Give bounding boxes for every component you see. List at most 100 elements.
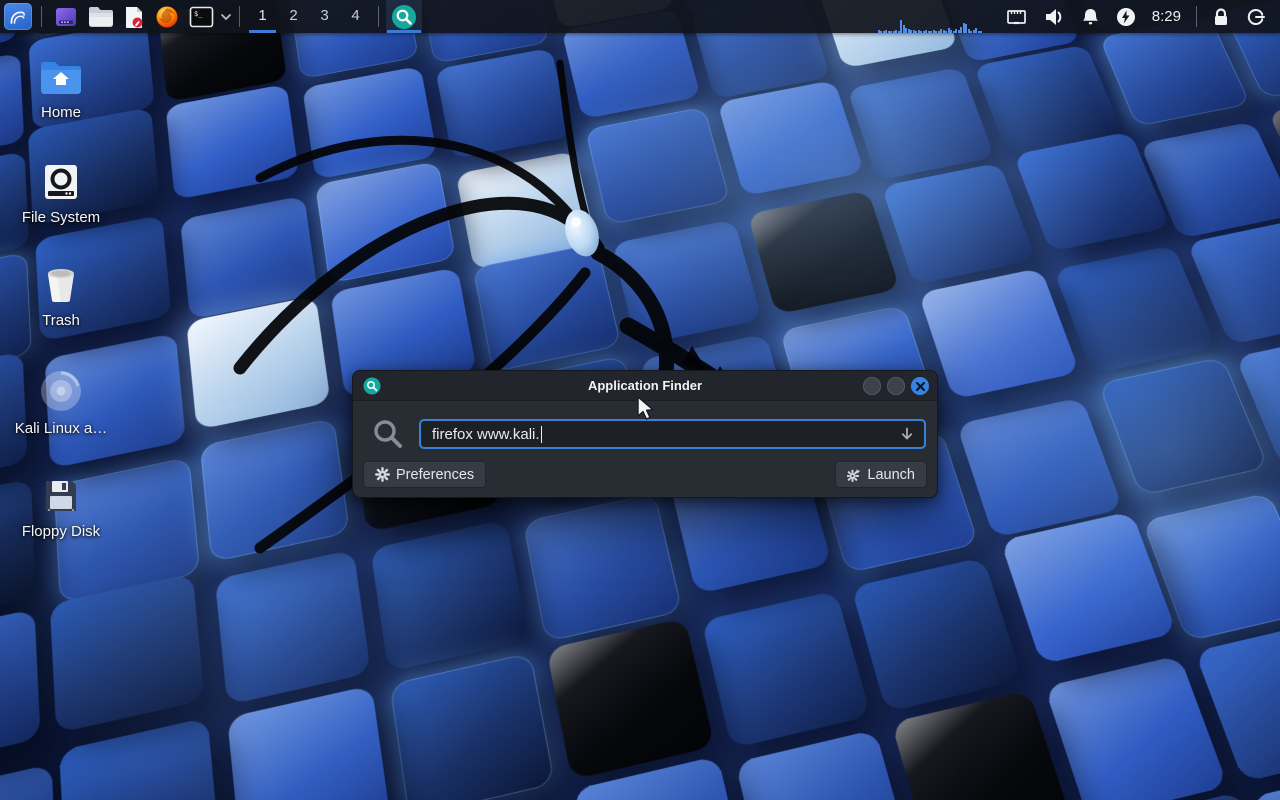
desktop-item-file-system[interactable]: File System bbox=[5, 163, 117, 227]
wallpaper-cube bbox=[523, 493, 683, 642]
wallpaper-cube bbox=[370, 519, 528, 671]
desktop-item-label: Floppy Disk bbox=[22, 523, 100, 540]
terminal-dropdown-button[interactable] bbox=[220, 13, 232, 21]
panel-separator bbox=[239, 6, 240, 27]
wallpaper-cube bbox=[612, 219, 762, 346]
wallpaper-cube bbox=[956, 397, 1123, 538]
network-tray-button[interactable] bbox=[998, 0, 1035, 33]
panel-separator bbox=[41, 6, 42, 27]
wallpaper-cube bbox=[302, 66, 437, 180]
chevron-down-icon bbox=[220, 13, 232, 21]
workspace-2[interactable]: 2 bbox=[278, 0, 309, 33]
power-tray-button[interactable] bbox=[1108, 0, 1144, 33]
wallpaper-cube bbox=[851, 557, 1023, 712]
terminal-icon: $_ bbox=[189, 6, 214, 28]
wallpaper-cube bbox=[717, 80, 864, 196]
dialog-body: firefox www.kali. bbox=[353, 401, 937, 498]
bell-icon bbox=[1081, 7, 1100, 27]
text-caret bbox=[541, 426, 543, 443]
desktop-item-kali-linux[interactable]: Kali Linux a… bbox=[5, 370, 117, 438]
search-input-value: firefox www.kali. bbox=[432, 426, 540, 443]
desktop-item-label: Trash bbox=[42, 312, 80, 329]
launcher-file-manager-button[interactable] bbox=[83, 0, 118, 33]
history-dropdown-button[interactable] bbox=[899, 426, 915, 447]
close-button[interactable] bbox=[911, 377, 929, 395]
workspace-3[interactable]: 3 bbox=[309, 0, 340, 33]
desktop-item-trash[interactable]: Trash bbox=[5, 266, 117, 330]
arrow-down-icon bbox=[899, 426, 915, 442]
application-finder-window: Application Finder firefox www.kali. bbox=[352, 370, 938, 498]
preferences-button[interactable]: Preferences bbox=[363, 461, 486, 488]
home-folder-icon bbox=[39, 60, 83, 96]
wallpaper-cube bbox=[59, 717, 220, 800]
top-panel: $_ 1 2 3 4 bbox=[0, 0, 1280, 33]
lock-screen-button[interactable] bbox=[1204, 0, 1238, 33]
wallpaper-cube bbox=[1044, 655, 1228, 800]
launcher-firefox-button[interactable] bbox=[150, 0, 184, 33]
search-icon bbox=[371, 417, 405, 451]
wallpaper-cube bbox=[435, 48, 571, 160]
wallpaper-cube bbox=[735, 729, 913, 800]
launcher-terminal-button[interactable]: $_ bbox=[184, 0, 219, 33]
launch-gear-icon bbox=[847, 468, 861, 482]
wallpaper-cube bbox=[891, 690, 1072, 800]
wallpaper-cube bbox=[881, 163, 1035, 285]
gear-icon bbox=[375, 467, 390, 482]
notifications-tray-button[interactable] bbox=[1073, 0, 1108, 33]
wallpaper-cube bbox=[918, 268, 1080, 400]
app-finder-window-icon bbox=[363, 377, 381, 400]
wallpaper-cube bbox=[315, 161, 456, 283]
wallpaper-cube bbox=[473, 243, 622, 372]
search-input[interactable]: firefox www.kali. bbox=[419, 419, 926, 449]
trash-icon bbox=[42, 266, 80, 304]
logout-icon bbox=[1246, 7, 1266, 27]
desktop-item-home[interactable]: Home bbox=[5, 60, 117, 122]
disc-icon bbox=[40, 370, 82, 412]
panel-separator bbox=[378, 6, 379, 27]
file-manager-icon bbox=[88, 6, 113, 28]
minimize-button[interactable] bbox=[863, 377, 881, 395]
titlebar[interactable]: Application Finder bbox=[353, 371, 937, 401]
launcher-window-app-button[interactable] bbox=[49, 0, 83, 33]
wallpaper-cube bbox=[200, 418, 350, 562]
close-icon bbox=[916, 382, 925, 391]
app-finder-task-button[interactable] bbox=[386, 0, 422, 33]
speaker-icon bbox=[1043, 7, 1065, 27]
desktop-item-label: File System bbox=[22, 209, 100, 226]
wallpaper-cube bbox=[1000, 511, 1177, 664]
desktop: Home File System Trash bbox=[0, 0, 1280, 800]
floppy-disk-icon bbox=[42, 477, 80, 515]
panel-clock[interactable]: 8:29 bbox=[1144, 8, 1189, 25]
text-editor-icon bbox=[123, 5, 145, 29]
logout-button[interactable] bbox=[1238, 0, 1274, 33]
wallpaper-cube bbox=[165, 84, 299, 200]
desktop-item-floppy-disk[interactable]: Floppy Disk bbox=[5, 477, 117, 541]
wallpaper-cube bbox=[227, 685, 391, 800]
lock-icon bbox=[1212, 7, 1230, 27]
firefox-icon bbox=[155, 5, 179, 29]
wallpaper-cube bbox=[1054, 245, 1217, 374]
wallpaper-cube bbox=[389, 653, 555, 800]
power-bolt-icon bbox=[1116, 7, 1136, 27]
wallpaper-cube bbox=[546, 618, 714, 780]
volume-tray-button[interactable] bbox=[1035, 0, 1073, 33]
wallpaper-cube bbox=[585, 107, 730, 225]
panel-separator bbox=[1196, 6, 1197, 27]
workspace-1[interactable]: 1 bbox=[247, 0, 278, 33]
network-monitor-graph[interactable] bbox=[878, 0, 992, 33]
launch-button[interactable]: Launch bbox=[835, 461, 927, 488]
launch-label: Launch bbox=[867, 467, 915, 483]
kali-logo-icon bbox=[4, 3, 32, 30]
kali-menu-button[interactable] bbox=[0, 0, 34, 33]
launcher-text-editor-button[interactable] bbox=[118, 0, 150, 33]
ethernet-icon bbox=[1006, 8, 1027, 26]
workspace-4[interactable]: 4 bbox=[340, 0, 371, 33]
hard-drive-icon bbox=[42, 163, 80, 201]
maximize-button[interactable] bbox=[887, 377, 905, 395]
app-finder-icon bbox=[391, 4, 417, 30]
wallpaper-cube bbox=[847, 67, 995, 181]
window-app-icon bbox=[54, 5, 78, 29]
desktop-item-label: Kali Linux a… bbox=[15, 420, 108, 437]
wallpaper-cube bbox=[0, 764, 58, 800]
wallpaper-cube bbox=[0, 609, 41, 772]
